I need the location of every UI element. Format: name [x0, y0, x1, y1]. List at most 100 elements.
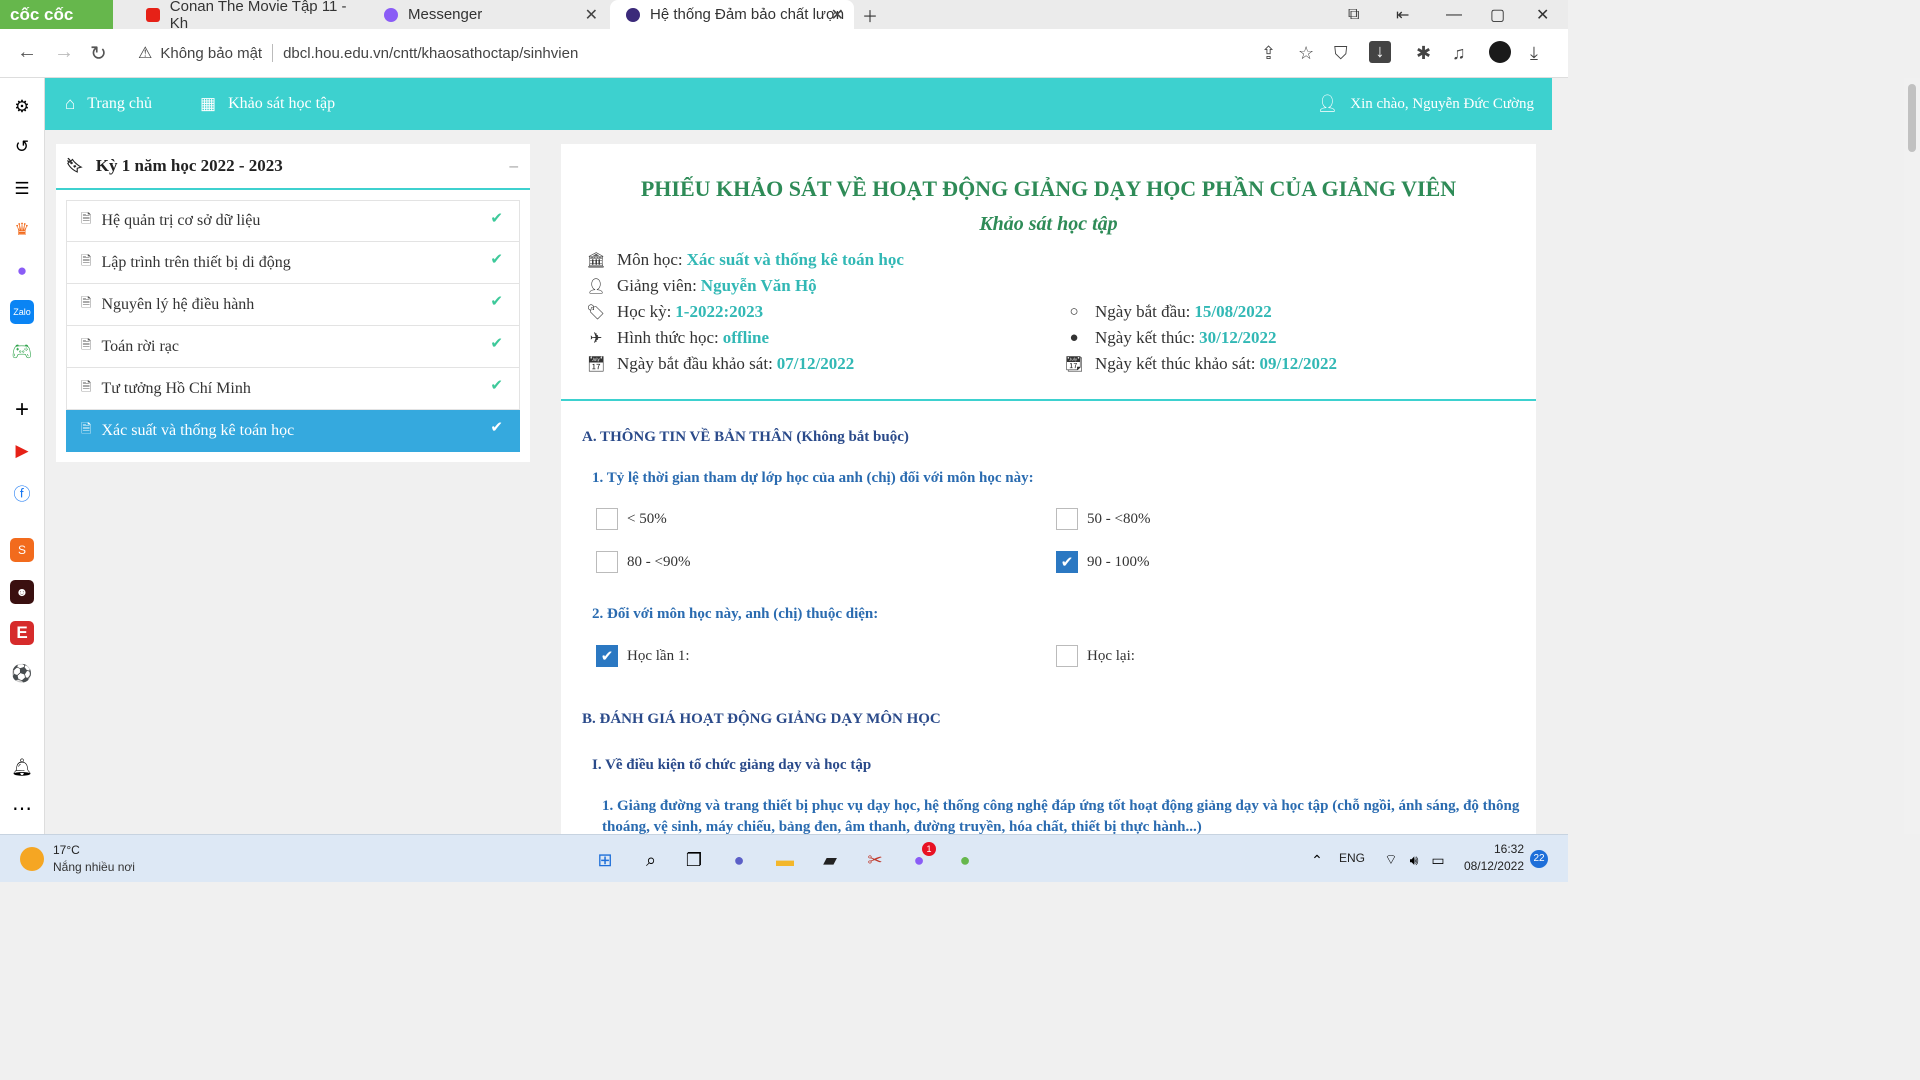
bookmark-icon: 🔖︎ — [66, 158, 84, 174]
search-icon[interactable]: ⌕ — [638, 847, 664, 873]
more-icon[interactable]: ⋯ — [10, 796, 34, 820]
info-end: ● Ngày kết thúc: 30/12/2022 — [1063, 328, 1276, 348]
crown-icon[interactable]: ♛ — [10, 218, 34, 242]
chevron-up-icon[interactable]: ⌃ — [1304, 847, 1330, 873]
tab-hou[interactable]: Hệ thống Đảm bảo chất lượn ✕ — [610, 0, 854, 29]
url-text: dbcl.hou.edu.vn/cntt/khaosathoctap/sinhv… — [283, 44, 579, 62]
notification-bell-icon[interactable]: 🔔︎ — [10, 756, 34, 780]
windows-start-icon[interactable]: ⊞ — [592, 847, 618, 873]
volume-icon[interactable]: 🔊︎ — [1401, 847, 1427, 873]
minimize-button[interactable]: — — [1446, 0, 1462, 29]
maximize-button[interactable]: ▢ — [1490, 0, 1505, 29]
history-icon[interactable]: ↺ — [10, 135, 34, 159]
info-start: ○ Ngày bắt đầu: 15/08/2022 — [1063, 302, 1271, 322]
url-field[interactable]: ⚠ Không bảo mật dbcl.hou.edu.vn/cntt/kha… — [130, 37, 1240, 69]
close-tab-icon[interactable]: ✕ — [831, 5, 844, 25]
new-tab-button[interactable]: ＋ — [862, 0, 878, 29]
messenger-icon[interactable]: ● — [10, 259, 34, 283]
browser-tab-bar: cốc cốc Conan The Movie Tập 11 - Kh Mess… — [0, 0, 1568, 32]
coccoc-taskbar-icon[interactable]: ● — [952, 847, 978, 873]
game-icon[interactable]: 🎮︎ — [10, 340, 34, 364]
teams-chat-icon[interactable]: ● — [726, 847, 752, 873]
hou-icon — [626, 7, 640, 22]
weather-icon[interactable] — [20, 847, 44, 871]
checkbox[interactable] — [1056, 645, 1078, 667]
file-explorer-icon[interactable]: ▬ — [772, 847, 798, 873]
course-item[interactable]: 🗎 Nguyên lý hệ điều hành ✔ — [66, 284, 520, 326]
e-app-icon[interactable]: E — [10, 621, 34, 645]
user-greeting[interactable]: 👤︎ Xin chào, Nguyễn Đức Cường — [1317, 94, 1534, 114]
course-item[interactable]: 🗎 Lập trình trên thiết bị di động ✔ — [66, 242, 520, 284]
home-icon: ⌂ — [65, 94, 76, 113]
messenger-badge: 1 — [922, 842, 936, 856]
q1-option[interactable]: 50 - <80% — [1056, 508, 1150, 530]
battery-icon[interactable]: ▭ — [1425, 847, 1451, 873]
check-icon: ✔ — [490, 420, 503, 436]
checkbox[interactable] — [596, 508, 618, 530]
info-mode: ✈ Hình thức học: offline — [585, 328, 769, 348]
shopee-icon[interactable]: S — [10, 538, 34, 562]
q2-option[interactable]: ✔ Học lần 1: — [596, 645, 689, 667]
download-icon[interactable]: ↓ — [1369, 41, 1391, 63]
info-lecturer: 👤︎ Giảng viên: Nguyễn Văn Hộ — [585, 276, 816, 296]
coccoc-logo[interactable]: cốc cốc — [0, 0, 113, 29]
task-view-icon[interactable]: ❐ — [681, 847, 707, 873]
scrollbar-thumb[interactable] — [1908, 84, 1916, 152]
game-app-icon[interactable]: ☻ — [10, 580, 34, 604]
nav-home-label: Trang chủ — [87, 95, 152, 112]
bookmark-star-icon[interactable]: ☆ — [1298, 43, 1314, 64]
option-label: 50 - <80% — [1087, 510, 1151, 527]
nav-survey[interactable]: ▦ Khảo sát học tập — [200, 94, 335, 114]
youtube-icon[interactable]: ▶ — [10, 439, 34, 463]
check-icon: ✔ — [490, 378, 503, 394]
back-icon[interactable]: ← — [17, 41, 37, 64]
checkbox-checked[interactable]: ✔ — [596, 645, 618, 667]
q2-option[interactable]: Học lại: — [1056, 645, 1135, 667]
shield-icon[interactable]: ⛉ — [1334, 43, 1348, 64]
q1-option[interactable]: ✔ 90 - 100% — [1056, 551, 1150, 573]
zalo-icon[interactable]: Zalo — [10, 300, 34, 324]
course-item[interactable]: 🗎 Toán rời rạc ✔ — [66, 326, 520, 368]
clock-time[interactable]: 16:32 — [1464, 842, 1524, 856]
settings-icon[interactable]: ⚙ — [10, 95, 34, 119]
facebook-icon[interactable]: ⓕ — [10, 480, 34, 504]
course-item-selected[interactable]: 🗎 Xác suất và thống kê toán học ✔ — [66, 410, 520, 452]
check-icon: ✔ — [490, 336, 503, 352]
checkbox[interactable] — [596, 551, 618, 573]
downloads-icon[interactable]: ⤓ — [1530, 43, 1538, 64]
tab-messenger[interactable]: Messenger ✕ — [368, 0, 608, 29]
form-subtitle: Khảo sát học tập — [979, 213, 1118, 235]
media-icon[interactable]: ♫ — [1452, 43, 1466, 64]
divider — [561, 399, 1536, 401]
collapse-icon[interactable]: – — [510, 156, 519, 176]
checkbox[interactable] — [1056, 508, 1078, 530]
notification-count[interactable]: 22 — [1530, 850, 1548, 868]
share-icon[interactable]: ⇪ — [1261, 43, 1276, 64]
course-item[interactable]: 🗎 Hệ quản trị cơ sở dữ liệu ✔ — [66, 200, 520, 242]
football-icon[interactable]: ⚽ — [10, 662, 34, 686]
q1-option[interactable]: < 50% — [596, 508, 667, 530]
snipping-tool-icon[interactable]: ✂ — [862, 847, 888, 873]
nav-home[interactable]: ⌂ Trang chủ — [65, 94, 152, 114]
screenshot-icon[interactable]: ⧉ — [1348, 0, 1359, 29]
close-tab-icon[interactable]: ✕ — [585, 5, 598, 25]
add-icon[interactable]: + — [10, 396, 34, 423]
q1-option[interactable]: 80 - <90% — [596, 551, 690, 573]
tab-youtube[interactable]: Conan The Movie Tập 11 - Kh — [130, 0, 366, 32]
sticky-notes-icon[interactable]: ▰ — [817, 847, 843, 873]
site-top-nav: ⌂ Trang chủ ▦ Khảo sát học tập 👤︎ Xin ch… — [45, 78, 1552, 130]
tab-search-icon[interactable]: ⇤ — [1396, 0, 1409, 29]
forward-icon[interactable]: → — [54, 41, 74, 64]
semester-header[interactable]: 🔖︎ Kỳ 1 năm học 2022 - 2023 – — [56, 144, 530, 190]
reading-list-icon[interactable]: ☰ — [10, 177, 34, 201]
page-scrollbar[interactable] — [1904, 78, 1920, 834]
reload-icon[interactable]: ↻ — [90, 41, 107, 66]
language-indicator[interactable]: ENG — [1339, 851, 1365, 865]
clock-date[interactable]: 08/12/2022 — [1458, 859, 1524, 873]
extensions-icon[interactable]: ✱ — [1416, 43, 1431, 64]
close-window-button[interactable]: ✕ — [1536, 0, 1549, 29]
checkbox-checked[interactable]: ✔ — [1056, 551, 1078, 573]
profile-avatar[interactable] — [1489, 41, 1511, 63]
course-item[interactable]: 🗎 Tư tưởng Hồ Chí Minh ✔ — [66, 368, 520, 410]
browser-sidebar: ⚙ ↺ ☰ ♛ ● Zalo 🎮︎ + ▶ ⓕ S ☻ E ⚽ 🔔︎ ⋯ — [0, 78, 45, 834]
